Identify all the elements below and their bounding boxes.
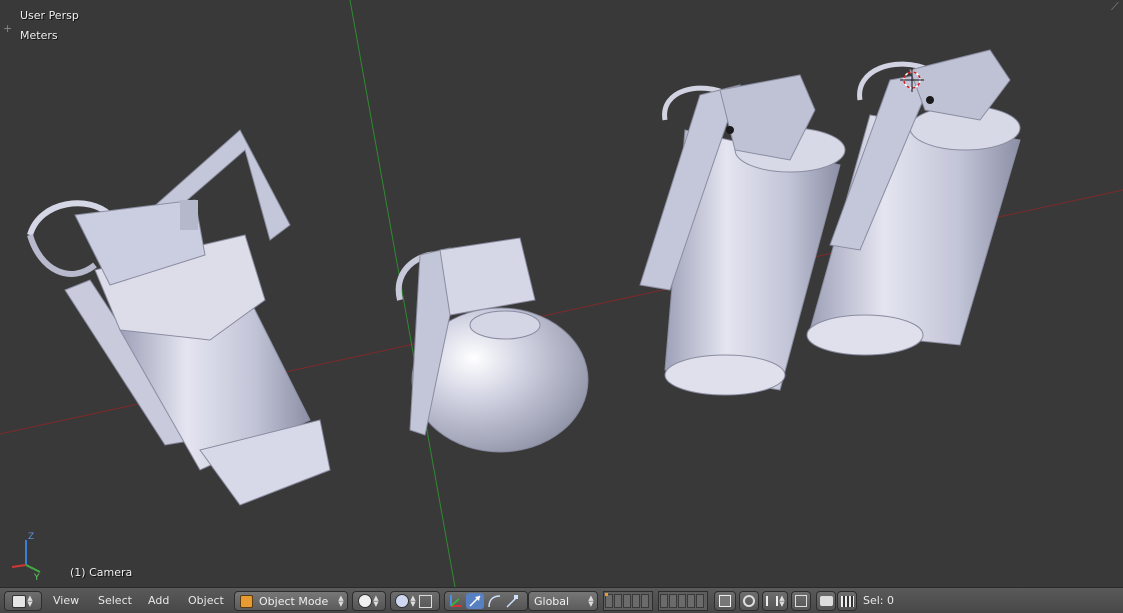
dropdown-arrows-icon: ▲ ▼ bbox=[588, 594, 594, 608]
mesh-grenade-cylinder-a[interactable] bbox=[639, 74, 846, 396]
3d-view-header: ▲ ▼ View Select Add Object Object Mode ▲ ▼… bbox=[0, 587, 1123, 613]
manipulate-centers-icon bbox=[419, 594, 432, 608]
solid-shading-icon bbox=[358, 594, 372, 608]
scene-layers-grid-a[interactable] bbox=[603, 591, 653, 611]
interaction-mode-label: Object Mode bbox=[259, 594, 329, 608]
render-button[interactable] bbox=[816, 591, 836, 611]
rotate-manipulator-icon[interactable] bbox=[486, 593, 502, 609]
mesh-grenade-cylinder-b[interactable] bbox=[806, 49, 1021, 356]
selection-count: Sel: 0 bbox=[863, 594, 895, 607]
transform-orientation-label: Global bbox=[534, 594, 570, 608]
pivot-point-icon bbox=[395, 594, 409, 608]
snap-toggle-button[interactable] bbox=[791, 591, 811, 611]
scene-layers-grid-b[interactable] bbox=[658, 591, 708, 611]
mesh-grenade-hex[interactable] bbox=[27, 129, 331, 506]
render-animation-button[interactable] bbox=[837, 591, 857, 611]
unit-system-label: Meters bbox=[20, 29, 58, 42]
lock-camera-layers-button[interactable] bbox=[714, 591, 736, 611]
menu-object[interactable]: Object bbox=[188, 594, 224, 607]
viewport-scene[interactable]: Z Y bbox=[0, 0, 1123, 587]
layer-lock-icon bbox=[719, 595, 731, 607]
dropdown-arrows-icon: ▲ ▼ bbox=[410, 594, 416, 608]
proportional-edit-button[interactable] bbox=[739, 591, 759, 611]
blender-window: Z Y User Persp Meters (1) Camera + ⟋ ▲ ▼ … bbox=[0, 0, 1123, 613]
dropdown-arrows-icon: ▲ ▼ bbox=[338, 594, 344, 608]
snap-increment-icon bbox=[766, 596, 778, 606]
camera-render-icon bbox=[820, 596, 833, 606]
proportional-edit-icon bbox=[743, 595, 755, 607]
viewport-shading-select[interactable]: ▲ ▼ bbox=[352, 591, 386, 611]
svg-text:Y: Y bbox=[33, 573, 40, 583]
menu-add[interactable]: Add bbox=[148, 594, 169, 607]
menu-view[interactable]: View bbox=[53, 594, 79, 607]
3d-viewport[interactable]: Z Y User Persp Meters (1) Camera + ⟋ bbox=[0, 0, 1123, 587]
transform-manipulator-group bbox=[444, 591, 528, 611]
snap-element-select[interactable]: ▲ ▼ bbox=[762, 591, 788, 611]
area-split-corner-icon[interactable]: ⟋ bbox=[1111, 1, 1120, 12]
area-split-corner-icon[interactable]: + bbox=[3, 23, 12, 34]
menu-select[interactable]: Select bbox=[98, 594, 132, 607]
clapperboard-icon bbox=[841, 595, 854, 607]
interaction-mode-select[interactable]: Object Mode ▲ ▼ bbox=[234, 591, 348, 611]
view-projection-label: User Persp bbox=[20, 9, 79, 22]
pivot-point-select[interactable]: ▲ ▼ bbox=[390, 591, 440, 611]
dropdown-arrows-icon: ▲ ▼ bbox=[373, 594, 379, 608]
snap-magnet-icon bbox=[795, 595, 807, 607]
manipulator-toggle-icon[interactable] bbox=[448, 594, 464, 608]
axis-gizmo-icon: Z Y bbox=[11, 532, 41, 583]
svg-text:Z: Z bbox=[28, 532, 34, 542]
translate-manipulator-icon[interactable] bbox=[466, 593, 484, 609]
mesh-grenade-sphere[interactable] bbox=[395, 237, 589, 453]
active-object-info: (1) Camera bbox=[70, 566, 133, 579]
dropdown-arrows-icon: ▲ ▼ bbox=[27, 594, 33, 608]
cube-view-icon bbox=[12, 594, 26, 608]
dropdown-arrows-icon: ▲ ▼ bbox=[779, 594, 785, 608]
scale-manipulator-icon[interactable] bbox=[504, 593, 520, 609]
object-mode-icon bbox=[240, 594, 253, 608]
transform-orientation-select[interactable]: Global ▲ ▼ bbox=[528, 591, 598, 611]
editor-type-button[interactable]: ▲ ▼ bbox=[4, 591, 42, 611]
